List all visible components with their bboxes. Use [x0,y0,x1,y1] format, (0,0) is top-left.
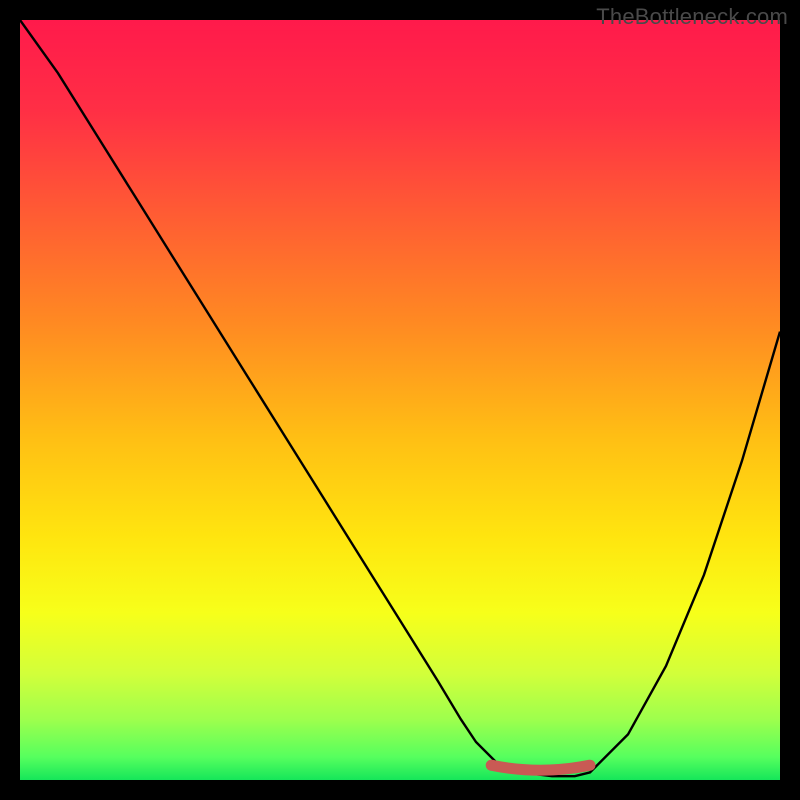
watermark-text: TheBottleneck.com [596,4,788,30]
chart-frame [20,20,780,780]
bottleneck-plot [20,20,780,780]
optimal-zone-marker [491,765,590,770]
